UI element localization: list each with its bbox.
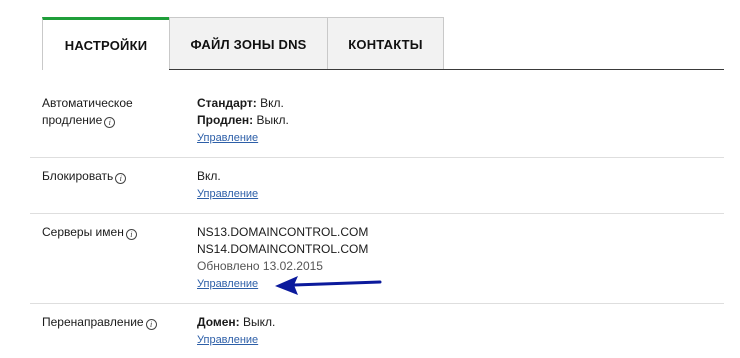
tab-divider bbox=[169, 69, 724, 70]
arrow-icon bbox=[275, 276, 382, 295]
label-text: Блокировать bbox=[42, 169, 114, 183]
label-text: продление bbox=[42, 113, 103, 127]
nameserver-1: NS13.DOMAINCONTROL.COM bbox=[197, 225, 369, 239]
setting-row-autorenew: Автоматическое продление i Стандарт: Вкл.… bbox=[30, 93, 724, 158]
setting-label: Блокировать i bbox=[42, 168, 127, 185]
lock-value: Вкл. bbox=[197, 169, 221, 183]
extended-value: Выкл. bbox=[256, 113, 289, 127]
domain-line: Домен: Выкл. bbox=[197, 314, 275, 331]
info-icon[interactable]: i bbox=[104, 117, 116, 128]
extended-line: Продлен: Выкл. bbox=[197, 112, 289, 129]
label-line: Автоматическое bbox=[42, 96, 133, 110]
tab-dns-zone-file[interactable]: ФАЙЛ ЗОНЫ DNS bbox=[169, 17, 328, 70]
setting-label: Серверы имен i bbox=[42, 224, 137, 241]
info-icon[interactable]: i bbox=[115, 173, 127, 184]
domain-label: Домен: bbox=[197, 315, 240, 329]
setting-row-lock: Блокировать i Вкл. Управление bbox=[30, 158, 724, 214]
manage-autorenew-link[interactable]: Управление bbox=[197, 130, 258, 147]
standard-label: Стандарт: bbox=[197, 96, 257, 110]
setting-value: Домен: Выкл. Управление bbox=[197, 314, 275, 349]
domain-value: Выкл. bbox=[243, 315, 276, 329]
tab-contacts[interactable]: КОНТАКТЫ bbox=[327, 17, 444, 70]
info-icon[interactable]: i bbox=[125, 229, 137, 240]
setting-label: Перенаправление i bbox=[42, 314, 157, 331]
setting-row-forwarding: Перенаправление i Домен: Выкл. Управление bbox=[30, 304, 724, 358]
label-text: Серверы имен bbox=[42, 225, 124, 239]
label-line: продление i bbox=[42, 112, 133, 129]
standard-line: Стандарт: Вкл. bbox=[197, 95, 289, 112]
tab-bar: НАСТРОЙКИ ФАЙЛ ЗОНЫ DNS КОНТАКТЫ bbox=[42, 17, 444, 70]
nameserver-2: NS14.DOMAINCONTROL.COM bbox=[197, 242, 369, 256]
extended-label: Продлен: bbox=[197, 113, 254, 127]
manage-forwarding-link[interactable]: Управление bbox=[197, 332, 258, 349]
standard-value: Вкл. bbox=[260, 96, 284, 110]
label-text: Перенаправление bbox=[42, 315, 144, 329]
setting-value: Вкл. Управление bbox=[197, 168, 258, 203]
manage-nameservers-link[interactable]: Управление bbox=[197, 276, 258, 293]
setting-label: Автоматическое продление i bbox=[42, 95, 133, 129]
setting-value: Стандарт: Вкл. Продлен: Выкл. Управление bbox=[197, 95, 289, 147]
tab-settings[interactable]: НАСТРОЙКИ bbox=[42, 17, 170, 70]
info-icon[interactable]: i bbox=[145, 319, 157, 330]
manage-lock-link[interactable]: Управление bbox=[197, 186, 258, 203]
